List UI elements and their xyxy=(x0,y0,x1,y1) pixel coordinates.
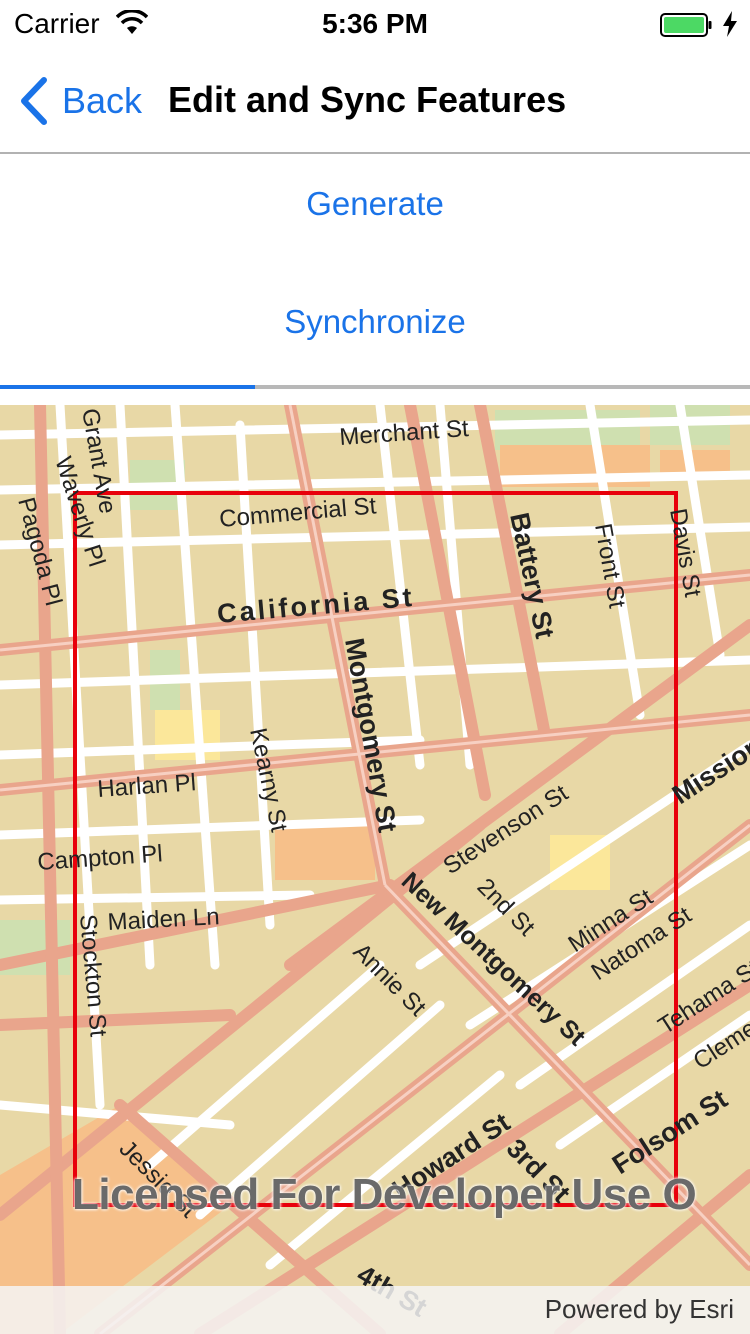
back-label: Back xyxy=(62,80,143,121)
progress-bar-fill xyxy=(0,385,255,389)
battery-icon xyxy=(660,13,712,37)
synchronize-label: Synchronize xyxy=(284,303,466,340)
synchronize-button[interactable]: Synchronize xyxy=(0,270,750,380)
map-view[interactable]: Merchant St Commercial St California St … xyxy=(0,405,750,1334)
license-watermark: Licensed For Developer Use O xyxy=(72,1170,697,1219)
attribution-label: Powered by Esri xyxy=(544,1294,734,1324)
charging-bolt-icon xyxy=(723,11,737,37)
park-area xyxy=(495,410,640,450)
generate-button[interactable]: Generate xyxy=(0,152,750,262)
navigation-bar: Back Edit and Sync Features xyxy=(0,50,750,154)
generate-label: Generate xyxy=(306,185,444,222)
attribution-bar: Powered by Esri xyxy=(0,1286,750,1334)
clock: 5:36 PM xyxy=(322,8,428,39)
chevron-left-icon xyxy=(21,77,47,125)
progress-bar xyxy=(0,385,750,389)
back-button[interactable]: Back xyxy=(16,76,142,126)
page-title: Edit and Sync Features xyxy=(168,79,567,120)
status-bar: Carrier 5:36 PM xyxy=(0,0,750,50)
